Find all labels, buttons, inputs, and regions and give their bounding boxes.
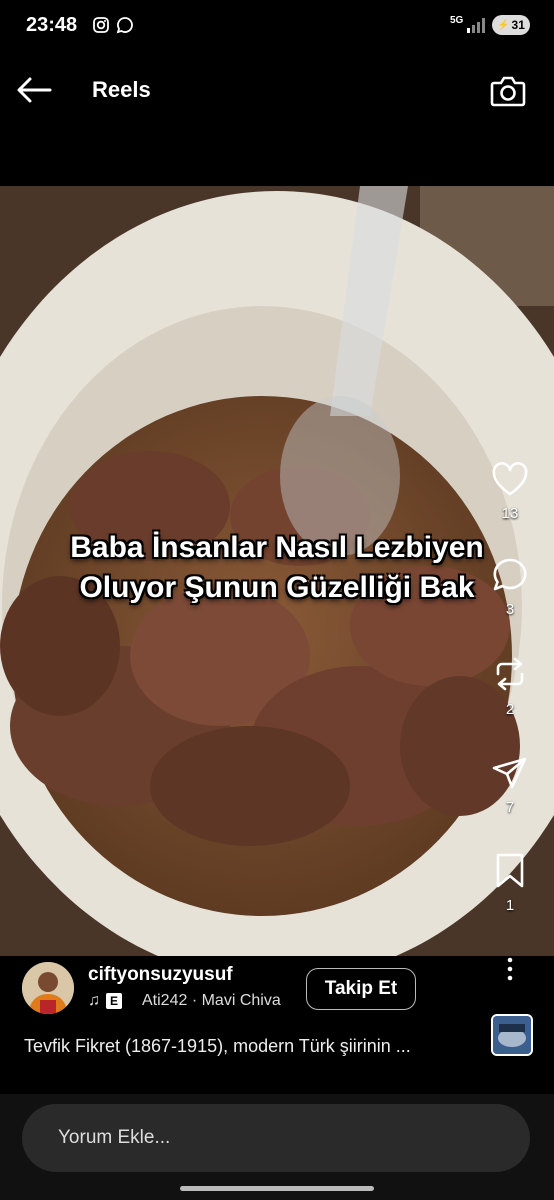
camera-icon[interactable] — [488, 73, 528, 109]
repost-action[interactable]: 2 — [486, 654, 534, 718]
top-bar: Reels — [0, 60, 554, 120]
music-note-icon: ♫ — [88, 992, 100, 1009]
overlay-line-1: Baba İnsanlar Nasıl Lezbiyen — [70, 531, 484, 564]
home-indicator[interactable] — [180, 1186, 374, 1191]
battery-indicator: ⚡ 31 — [492, 15, 530, 35]
follow-button[interactable]: Takip Et — [306, 968, 416, 1010]
status-time: 23:48 — [26, 14, 78, 36]
reel-author-bar: ciftyonsuzyusuf ♫ E Ati242 · Mavi Chiva … — [0, 956, 554, 1096]
overlay-line-2: Oluyor Şunun Güzelliği Bak — [79, 571, 475, 604]
comment-icon[interactable] — [490, 556, 530, 594]
repost-count: 2 — [505, 701, 515, 718]
explicit-badge: E — [106, 993, 122, 1009]
save-count: 1 — [505, 897, 515, 914]
audio-thumbnail-image — [493, 1016, 531, 1054]
chat-bubble-icon — [116, 17, 133, 34]
more-options-icon[interactable] — [498, 956, 522, 982]
signal-icon — [467, 18, 485, 33]
save-action[interactable]: 1 — [486, 852, 534, 914]
repost-icon[interactable] — [490, 654, 530, 694]
comment-action[interactable]: 3 — [486, 556, 534, 618]
like-count: 13 — [501, 505, 519, 522]
share-count: 7 — [505, 799, 515, 816]
avatar[interactable] — [22, 962, 74, 1014]
music-title: Ati242 · Mavi Chiva — [142, 992, 281, 1009]
heart-icon[interactable] — [490, 460, 530, 498]
share-action[interactable]: 7 — [486, 754, 534, 816]
bookmark-icon[interactable] — [490, 852, 530, 890]
author-username[interactable]: ciftyonsuzyusuf — [88, 964, 233, 986]
audio-thumbnail[interactable] — [491, 1014, 533, 1056]
network-label: 5G — [450, 15, 464, 26]
page-title: Reels — [92, 77, 151, 102]
music-info[interactable]: ♫ E Ati242 · Mavi Chiva — [88, 992, 292, 1010]
back-arrow-icon[interactable] — [14, 74, 54, 106]
instagram-icon — [93, 17, 109, 33]
reel-caption[interactable]: Tevfik Fikret (1867-1915), modern Türk ş… — [24, 1036, 411, 1057]
like-action[interactable]: 13 — [486, 460, 534, 522]
reel-overlay-text: Baba İnsanlar Nasıl Lezbiyen Oluyor Şunu… — [0, 528, 554, 608]
send-icon[interactable] — [490, 754, 530, 792]
comment-count: 3 — [505, 601, 515, 618]
comment-input[interactable]: Yorum Ekle... — [22, 1104, 530, 1172]
battery-icon: ⚡ — [497, 19, 510, 31]
bottom-bar: Yorum Ekle... — [0, 1094, 554, 1200]
comment-placeholder: Yorum Ekle... — [58, 1127, 171, 1148]
battery-level: 31 — [511, 18, 525, 32]
avatar-image — [22, 962, 74, 1014]
status-bar: 23:48 5G ⚡ 31 — [0, 0, 554, 52]
